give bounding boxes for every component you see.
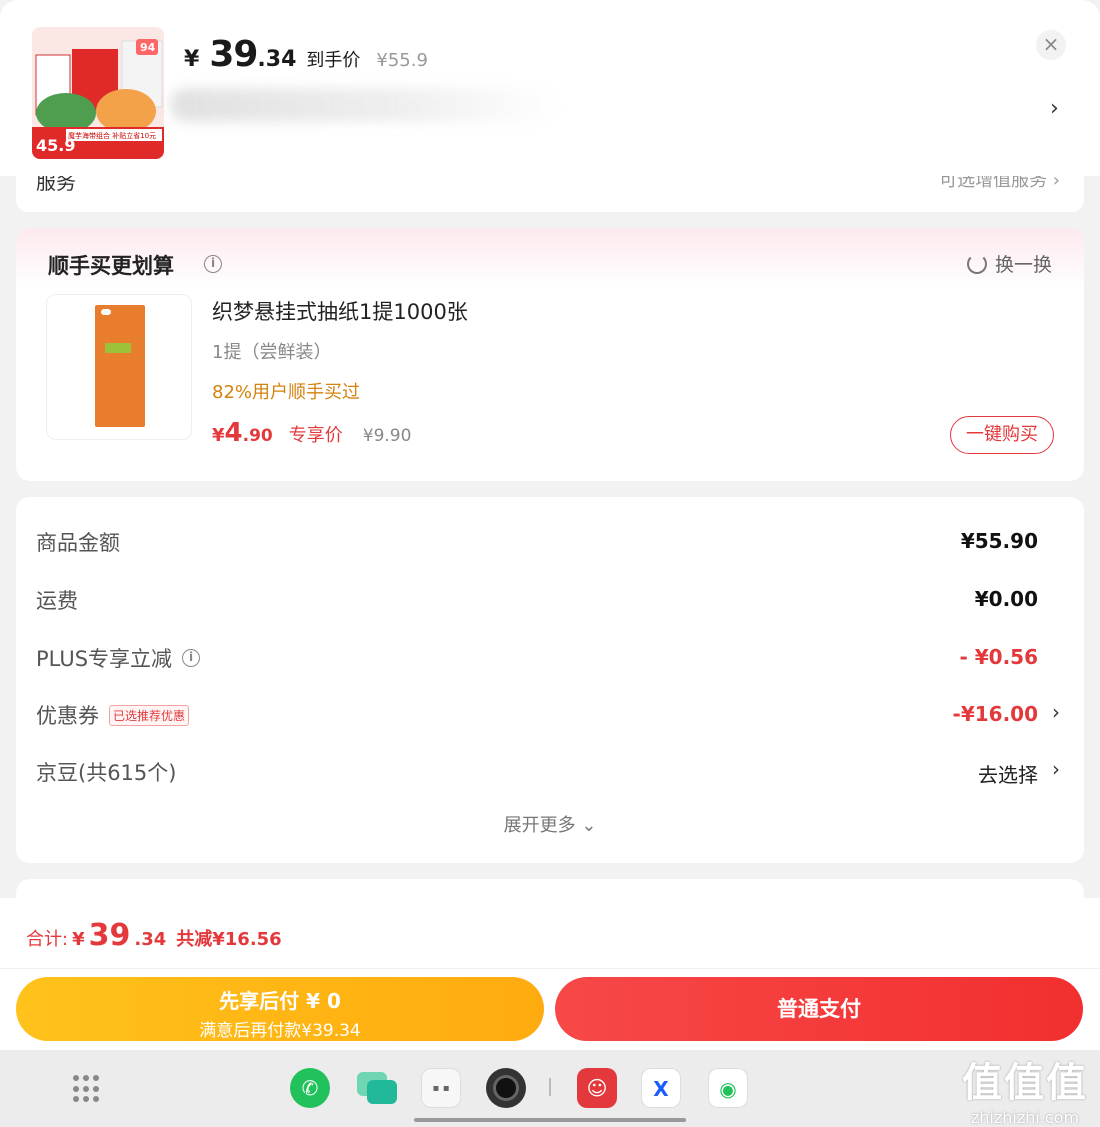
total-yen: ¥ <box>72 929 85 950</box>
swap-button[interactable]: 换一换 <box>966 250 1052 277</box>
close-icon[interactable]: × <box>1036 30 1066 60</box>
chevron-right-icon[interactable]: › <box>1050 96 1059 121</box>
price-yen: ¥ <box>184 47 200 72</box>
row-value: ¥0.00 <box>974 587 1038 611</box>
price-decimal: .34 <box>257 47 297 72</box>
info-icon[interactable]: i <box>182 649 201 667</box>
expand-more-button[interactable]: 展开更多 ⌄ <box>16 811 1084 837</box>
row-coupon[interactable]: 优惠券 已选推荐优惠 -¥16.00 › <box>16 694 1084 734</box>
chevron-right-icon[interactable]: › <box>1052 757 1060 781</box>
row-label: 商品金额 <box>36 531 120 555</box>
row-jd-beans[interactable]: 京豆(共615个) 去选择 › <box>16 751 1084 791</box>
thumb-badge: 94 <box>140 41 156 54</box>
swap-label: 换一换 <box>994 254 1052 276</box>
product-thumbnail[interactable]: 94 45.9 魔芋海带组合 补贴立省10元 <box>32 27 164 159</box>
row-goods-amount: 商品金额 ¥55.90 <box>16 521 1084 561</box>
upsell-original-price: ¥9.90 <box>362 426 412 446</box>
messages-icon[interactable] <box>357 1068 397 1108</box>
upsell-product-image[interactable] <box>46 294 192 440</box>
total: 合计: ¥ 39 .34 共减¥16.56 <box>26 918 282 953</box>
upsell-title: 顺手买更划算 <box>48 254 174 278</box>
upsell-price-decimal: .90 <box>242 426 273 446</box>
one-click-buy-button[interactable]: 一键购买 <box>950 416 1054 454</box>
row-label: PLUS专享立减 <box>36 647 173 671</box>
service-label: 服务 <box>36 176 76 194</box>
phone-icon[interactable]: ✆ <box>290 1068 330 1108</box>
tissue-icon <box>95 305 145 427</box>
blurred-address[interactable] <box>170 88 560 122</box>
row-label: 运费 <box>36 589 78 613</box>
x-icon[interactable]: X <box>641 1068 681 1108</box>
normal-pay-button[interactable]: 普通支付 <box>555 977 1083 1041</box>
upsell-exclusive-label: 专享价 <box>288 425 343 446</box>
upsell-product-name[interactable]: 织梦悬挂式抽纸1提1000张 <box>212 296 468 326</box>
row-value[interactable]: 去选择 <box>978 759 1038 788</box>
upsell-price-integer: 4 <box>224 418 243 448</box>
jd-icon[interactable]: ☺ <box>577 1068 617 1108</box>
upsell-spec: 1提（尝鲜装） <box>212 342 332 363</box>
row-value: ¥55.90 <box>960 529 1038 553</box>
dock-separator <box>549 1078 551 1096</box>
app-grid-icon[interactable] <box>73 1075 101 1103</box>
pay-later-button[interactable]: 先享后付 ¥ 0 满意后再付款¥39.34 <box>16 977 544 1041</box>
checkout-footer: 合计: ¥ 39 .34 共减¥16.56 先享后付 ¥ 0 满意后再付款¥39… <box>0 898 1100 1050</box>
divider <box>0 968 1100 969</box>
price-tag: 到手价 <box>306 50 361 71</box>
upsell-price: ¥ 4 .90 专享价 ¥9.90 <box>212 418 411 448</box>
home-indicator[interactable] <box>414 1118 686 1122</box>
refresh-icon <box>966 253 987 274</box>
pay-later-subtitle: 满意后再付款¥39.34 <box>199 1021 361 1041</box>
chevron-right-icon[interactable]: › <box>1052 700 1060 724</box>
watermark-logo: 值值值 <box>962 1060 1088 1106</box>
row-label: 京豆(共615个) <box>36 761 177 785</box>
row-plus-discount: PLUS专享立减 i - ¥0.56 <box>16 637 1084 677</box>
row-label: 优惠券 <box>36 704 99 728</box>
wechat-icon[interactable]: ◉ <box>708 1068 748 1108</box>
upsell-price-yen: ¥ <box>212 425 225 446</box>
upsell-social-proof: 82%用户顺手买过 <box>212 382 361 403</box>
service-row-peek: 服务 可选增值服务 › <box>16 176 1084 212</box>
watermark: 值值值 zhizhizhi.com <box>962 1050 1088 1127</box>
total-savings: 共减¥16.56 <box>176 929 282 950</box>
folder-icon[interactable]: ▪ ▪ <box>421 1068 461 1108</box>
product-header: 94 45.9 魔芋海带组合 补贴立省10元 ¥ 39 .34 到手价 ¥55.… <box>0 0 1100 176</box>
row-value: - ¥0.56 <box>959 645 1038 669</box>
upsell-card: 顺手买更划算 i 换一换 织梦悬挂式抽纸1提1000张 1提（尝鲜装） 82%用… <box>16 228 1084 481</box>
pay-later-title: 先享后付 ¥ 0 <box>219 989 341 1013</box>
row-shipping: 运费 ¥0.00 <box>16 579 1084 619</box>
watermark-url: zhizhizhi.com <box>970 1108 1080 1127</box>
order-summary: 商品金额 ¥55.90 运费 ¥0.00 PLUS专享立减 i - ¥0.56 … <box>16 497 1084 863</box>
coupon-badge: 已选推荐优惠 <box>109 704 190 726</box>
total-integer: 39 <box>88 918 131 953</box>
camera-icon[interactable] <box>486 1068 526 1108</box>
info-icon[interactable]: i <box>204 255 222 273</box>
system-dock: ✆ ▪ ▪ ☺ X ◉ 值值值 zhizhizhi.com <box>0 1050 1100 1127</box>
service-value[interactable]: 可选增值服务 › <box>939 176 1060 192</box>
thumb-caption: 魔芋海带组合 补贴立省10元 <box>68 131 156 140</box>
original-price: ¥55.9 <box>376 50 428 71</box>
price-integer: 39 <box>209 34 258 75</box>
total-decimal: .34 <box>134 929 167 950</box>
row-value: -¥16.00 <box>952 702 1038 726</box>
total-label: 合计: <box>26 929 69 950</box>
final-price: ¥ 39 .34 到手价 ¥55.9 <box>184 34 428 75</box>
